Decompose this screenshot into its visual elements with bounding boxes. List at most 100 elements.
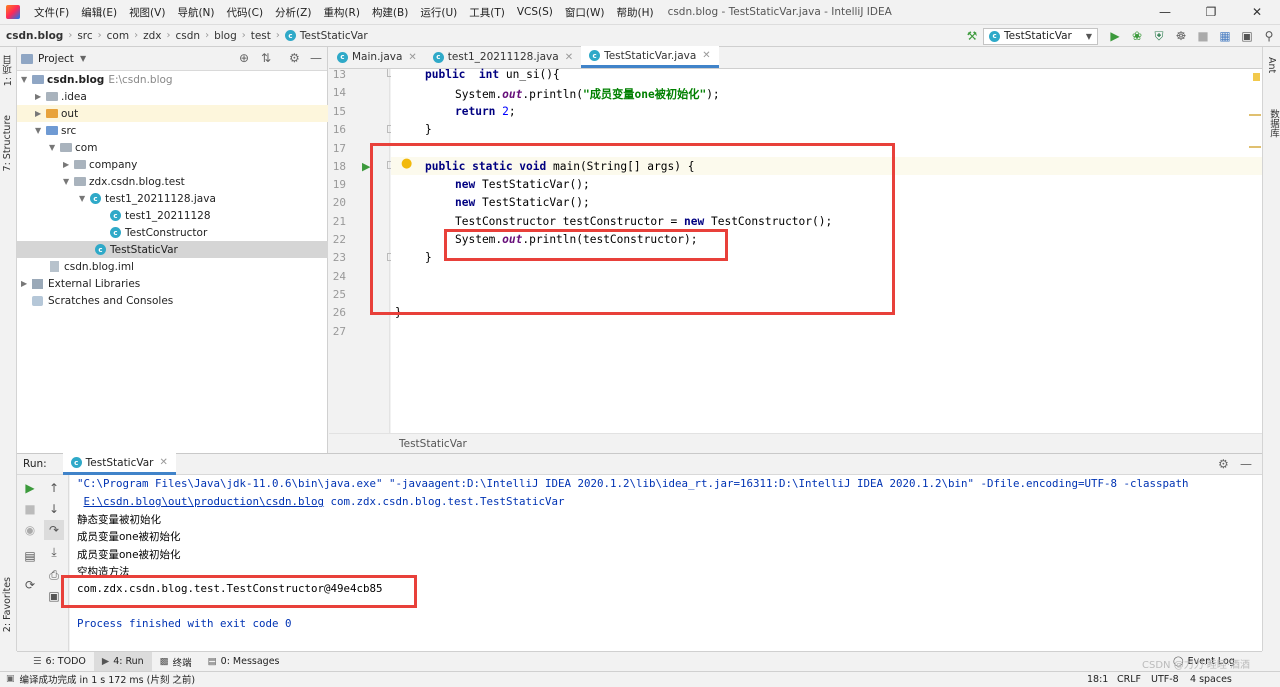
menu-vcs[interactable]: VCS(S) bbox=[511, 6, 559, 18]
run-play-icon[interactable]: ▶ bbox=[1104, 25, 1126, 47]
hide-panel-icon[interactable]: — bbox=[1240, 457, 1252, 471]
close-tab-icon[interactable]: ✕ bbox=[702, 50, 710, 61]
stop-icon[interactable]: ■ bbox=[1192, 25, 1214, 47]
tool-tab-favorites[interactable]: 2: Favorites bbox=[2, 577, 13, 632]
tree-item-test1-class[interactable]: c test1_20211128 bbox=[17, 207, 328, 224]
menu-window[interactable]: 窗口(W) bbox=[559, 5, 611, 20]
tree-item-iml[interactable]: csdn.blog.iml bbox=[17, 258, 328, 275]
breadcrumb-com[interactable]: com bbox=[107, 30, 129, 42]
breadcrumb-zdx[interactable]: zdx bbox=[143, 30, 161, 42]
menu-build[interactable]: 构建(B) bbox=[366, 5, 414, 20]
camera-icon[interactable]: ◉ bbox=[20, 520, 40, 540]
run-console[interactable]: "C:\Program Files\Java\jdk-11.0.6\bin\ja… bbox=[70, 475, 1262, 651]
tree-item-src[interactable]: ▼ src bbox=[17, 122, 328, 139]
close-tab-icon[interactable]: ✕ bbox=[160, 457, 168, 468]
minimize-button[interactable]: — bbox=[1142, 0, 1188, 24]
tool-tab-ant[interactable]: Ant bbox=[1266, 57, 1277, 73]
close-tab-icon[interactable]: ✕ bbox=[408, 52, 416, 63]
module-file-icon bbox=[50, 261, 59, 272]
tool-tab-project[interactable]: 1: 项目 bbox=[2, 55, 16, 86]
close-tab-icon[interactable]: ✕ bbox=[565, 52, 573, 63]
status-icon: ▣ bbox=[6, 674, 15, 684]
file-encoding[interactable]: UTF-8 bbox=[1151, 672, 1179, 687]
debug-bug-icon[interactable]: ❀ bbox=[1126, 25, 1148, 47]
rerun-icon[interactable]: ▶ bbox=[20, 478, 40, 498]
tool-tab-todo[interactable]: ☰ 6: TODO bbox=[25, 652, 94, 672]
menu-tools[interactable]: 工具(T) bbox=[463, 5, 511, 20]
tool-tab-structure[interactable]: 7: Structure bbox=[2, 115, 13, 171]
watermark: CSDN @力力·睦睦·酒酒 bbox=[1142, 660, 1251, 671]
tree-item-company[interactable]: ▶ company bbox=[17, 156, 328, 173]
indent-setting[interactable]: 4 spaces bbox=[1190, 672, 1232, 687]
classpath-link[interactable]: E:\csdn.blog\out\production\csdn.blog bbox=[84, 495, 325, 508]
line-number: 23 bbox=[332, 251, 346, 264]
menu-refactor[interactable]: 重构(R) bbox=[317, 5, 366, 20]
menu-help[interactable]: 帮助(H) bbox=[610, 5, 659, 20]
menu-code[interactable]: 代码(C) bbox=[221, 5, 270, 20]
layout-icon[interactable]: ▤ bbox=[20, 546, 40, 566]
expanded-arrow-icon: ▼ bbox=[35, 126, 42, 135]
collapsed-arrow-icon: ▶ bbox=[35, 109, 42, 118]
close-button[interactable]: ✕ bbox=[1234, 0, 1280, 24]
bottom-tool-tabs: ☰ 6: TODO ▶ 4: Run ▩ 终端 ▤ 0: Messages ◯ Event… bbox=[17, 651, 1262, 672]
collapse-all-icon[interactable]: ⇅ bbox=[261, 51, 271, 65]
chevron-down-icon[interactable]: ▼ bbox=[80, 54, 86, 63]
warning-marker-icon[interactable] bbox=[1253, 73, 1260, 81]
arrow-down-icon[interactable]: ↓ bbox=[44, 499, 64, 519]
tool-tab-terminal[interactable]: ▩ 终端 bbox=[152, 652, 200, 672]
tree-item-teststaticvar[interactable]: c TestStaticVar bbox=[17, 241, 328, 258]
maximize-button[interactable]: ❐ bbox=[1188, 0, 1234, 24]
frame-icon[interactable]: ▣ bbox=[1236, 25, 1258, 47]
expanded-arrow-icon: ▼ bbox=[63, 177, 70, 186]
breadcrumb-csdn[interactable]: csdn bbox=[175, 30, 200, 42]
tool-tab-messages[interactable]: ▤ 0: Messages bbox=[200, 652, 288, 672]
caret-position[interactable]: 18:1 bbox=[1087, 672, 1108, 687]
stop-icon[interactable]: ■ bbox=[20, 499, 40, 519]
breadcrumb-test[interactable]: test bbox=[251, 30, 271, 42]
breadcrumb-src[interactable]: src bbox=[77, 30, 92, 42]
build-hammer-icon[interactable]: ⚒ bbox=[961, 25, 983, 47]
line-separator[interactable]: CRLF bbox=[1117, 672, 1141, 687]
tree-item-test1-java[interactable]: ▼ c test1_20211128.java bbox=[17, 190, 328, 207]
breadcrumb-blog[interactable]: blog bbox=[214, 30, 237, 42]
tree-item-scratches[interactable]: Scratches and Consoles bbox=[17, 292, 328, 309]
project-structure-icon[interactable]: ▦ bbox=[1214, 25, 1236, 47]
arrow-up-icon[interactable]: ↑ bbox=[44, 478, 64, 498]
pin-icon[interactable]: ⟳ bbox=[20, 575, 40, 595]
menu-file[interactable]: 文件(F) bbox=[28, 5, 75, 20]
run-tab-teststaticvar[interactable]: c TestStaticVar ✕ bbox=[62, 453, 176, 475]
run-configuration-select[interactable]: c TestStaticVar ▼ bbox=[983, 27, 1098, 45]
editor-breadcrumb[interactable]: TestStaticVar bbox=[329, 433, 1262, 453]
gear-icon[interactable]: ⚙ bbox=[1218, 457, 1229, 471]
menu-edit[interactable]: 编辑(E) bbox=[75, 5, 123, 20]
tool-tab-database[interactable]: 数据库 bbox=[1266, 109, 1280, 138]
status-message[interactable]: 编译成功完成 in 1 s 172 ms (片刻 之前) bbox=[20, 672, 196, 686]
locate-target-icon[interactable]: ⊕ bbox=[239, 51, 249, 65]
tree-item-testconstructor[interactable]: c TestConstructor bbox=[17, 224, 328, 241]
tree-item-test-package[interactable]: ▼ zdx.csdn.blog.test bbox=[17, 173, 328, 190]
project-panel-title[interactable]: Project bbox=[38, 53, 74, 65]
tree-item-project-root[interactable]: ▼ csdn.blog E:\csdn.blog bbox=[17, 71, 328, 88]
breadcrumb-project[interactable]: csdn.blog bbox=[6, 30, 63, 42]
menu-analyze[interactable]: 分析(Z) bbox=[269, 5, 317, 20]
tree-item-out[interactable]: ▶ out bbox=[17, 105, 328, 122]
breadcrumb-class[interactable]: c TestStaticVar bbox=[284, 30, 368, 42]
tree-item-com[interactable]: ▼ com bbox=[17, 139, 328, 156]
menu-view[interactable]: 视图(V) bbox=[123, 5, 171, 20]
gear-icon[interactable]: ⚙ bbox=[289, 51, 300, 65]
tab-test1-java[interactable]: c test1_20211128.java ✕ bbox=[425, 46, 581, 68]
menu-navigate[interactable]: 导航(N) bbox=[171, 5, 220, 20]
tree-item-idea[interactable]: ▶ .idea bbox=[17, 88, 328, 105]
scroll-to-end-icon[interactable]: ⤓ bbox=[44, 542, 64, 562]
search-icon[interactable]: ⚲ bbox=[1258, 25, 1280, 47]
soft-wrap-icon[interactable]: ↷ bbox=[44, 520, 64, 540]
tab-teststaticvar-java[interactable]: c TestStaticVar.java ✕ bbox=[581, 46, 719, 68]
coverage-shield-icon[interactable]: ⛨ bbox=[1148, 25, 1170, 47]
tree-item-external-libraries[interactable]: ▶ External Libraries bbox=[17, 275, 328, 292]
tab-main-java[interactable]: c Main.java ✕ bbox=[329, 46, 425, 68]
menu-run[interactable]: 运行(U) bbox=[414, 5, 463, 20]
hide-panel-icon[interactable]: — bbox=[310, 51, 322, 65]
profile-icon[interactable]: ☸ bbox=[1170, 25, 1192, 47]
collapsed-arrow-icon: ▶ bbox=[21, 279, 28, 288]
tool-tab-run[interactable]: ▶ 4: Run bbox=[93, 651, 152, 672]
